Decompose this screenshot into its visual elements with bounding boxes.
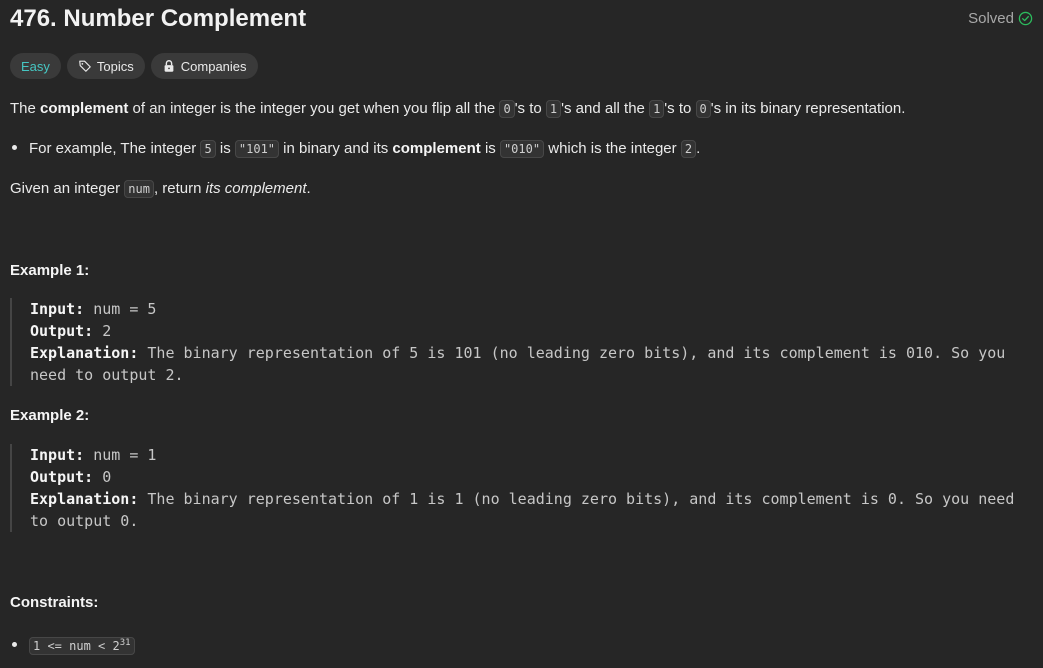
output-label: Output: [30, 322, 94, 340]
constraint-code: 1 <= num < 231 [29, 637, 135, 655]
explanation-label: Explanation: [30, 490, 139, 508]
example-1-block: Input: num = 5 Output: 2 Explanation: Th… [10, 298, 1035, 386]
inline-code: 5 [200, 140, 216, 158]
text: 's and all the [561, 100, 650, 117]
text: is [215, 140, 235, 157]
output-value: 0 [93, 468, 112, 486]
example-1-heading: Example 1: [10, 262, 90, 279]
companies-label: Companies [180, 58, 247, 74]
inline-code: "101" [234, 140, 280, 158]
text: which is the integer [544, 140, 681, 157]
companies-button[interactable]: Companies [150, 53, 258, 79]
text: 's to [664, 100, 696, 117]
constraints-heading: Constraints: [10, 594, 99, 611]
inline-code: 1 [649, 100, 665, 118]
example-explanation-line: Explanation: The binary representation o… [30, 488, 1035, 532]
input-label: Input: [30, 446, 85, 464]
text: 's to [514, 100, 546, 117]
constraint-text: 1 <= num < 2 [33, 639, 120, 653]
output-label: Output: [30, 468, 94, 486]
text: For example, The integer [29, 140, 201, 157]
example-output-line: Output: 0 [30, 466, 1035, 488]
lock-icon [164, 60, 174, 72]
explanation-label: Explanation: [30, 344, 139, 362]
example-input-line: Input: num = 1 [30, 444, 1035, 466]
check-circle-icon [1018, 11, 1033, 26]
tag-icon [79, 60, 91, 72]
difficulty-badge: Easy [10, 53, 61, 79]
inline-code: 0 [695, 100, 711, 118]
italic-text: its complement [205, 180, 307, 197]
text: 's in its binary representation. [710, 100, 906, 117]
input-label: Input: [30, 300, 85, 318]
solved-status: Solved [968, 10, 1033, 27]
example-explanation-line: Explanation: The binary representation o… [30, 342, 1035, 386]
inline-code: 0 [499, 100, 515, 118]
topics-label: Topics [96, 58, 134, 74]
example-2-heading: Example 2: [10, 407, 90, 424]
solved-label: Solved [968, 10, 1014, 27]
bullet-dot [12, 641, 17, 647]
problem-title: 476. Number Complement [10, 5, 307, 32]
description-paragraph-1: The complement of an integer is the inte… [10, 98, 905, 120]
text: is [480, 140, 500, 157]
tag-bar: Easy Topics Companies [10, 53, 258, 79]
inline-code: 2 [680, 140, 697, 158]
text: . [306, 180, 311, 197]
inline-code: 1 [545, 100, 562, 118]
example-2-block: Input: num = 1 Output: 0 Explanation: Th… [10, 444, 1035, 532]
text: , return [153, 180, 206, 197]
text: Given an integer [10, 180, 125, 197]
constraint-exponent: 31 [119, 638, 131, 648]
explanation-value: The binary representation of 1 is 1 (no … [30, 490, 1024, 530]
description-bullet-1: For example, The integer 5 is "101" in b… [10, 138, 700, 160]
input-value: num = 5 [84, 300, 157, 318]
description-paragraph-2: Given an integer num, return its complem… [10, 178, 311, 200]
inline-code: num [124, 180, 154, 198]
title-row: 476. Number Complement Solved [10, 4, 1033, 36]
example-input-line: Input: num = 5 [30, 298, 1035, 320]
topics-button[interactable]: Topics [66, 53, 145, 79]
text: The [10, 100, 41, 117]
example-output-line: Output: 2 [30, 320, 1035, 342]
text: in binary and its [279, 140, 393, 157]
output-value: 2 [93, 322, 112, 340]
bold-term: complement [392, 140, 481, 157]
bullet-dot [12, 144, 17, 150]
constraint-item: 1 <= num < 231 [10, 632, 135, 657]
text: . [696, 140, 701, 157]
inline-code: "010" [499, 140, 545, 158]
explanation-value: The binary representation of 5 is 101 (n… [30, 344, 1015, 384]
input-value: num = 1 [84, 446, 157, 464]
text: of an integer is the integer you get whe… [128, 100, 500, 117]
bold-term: complement [40, 100, 129, 117]
